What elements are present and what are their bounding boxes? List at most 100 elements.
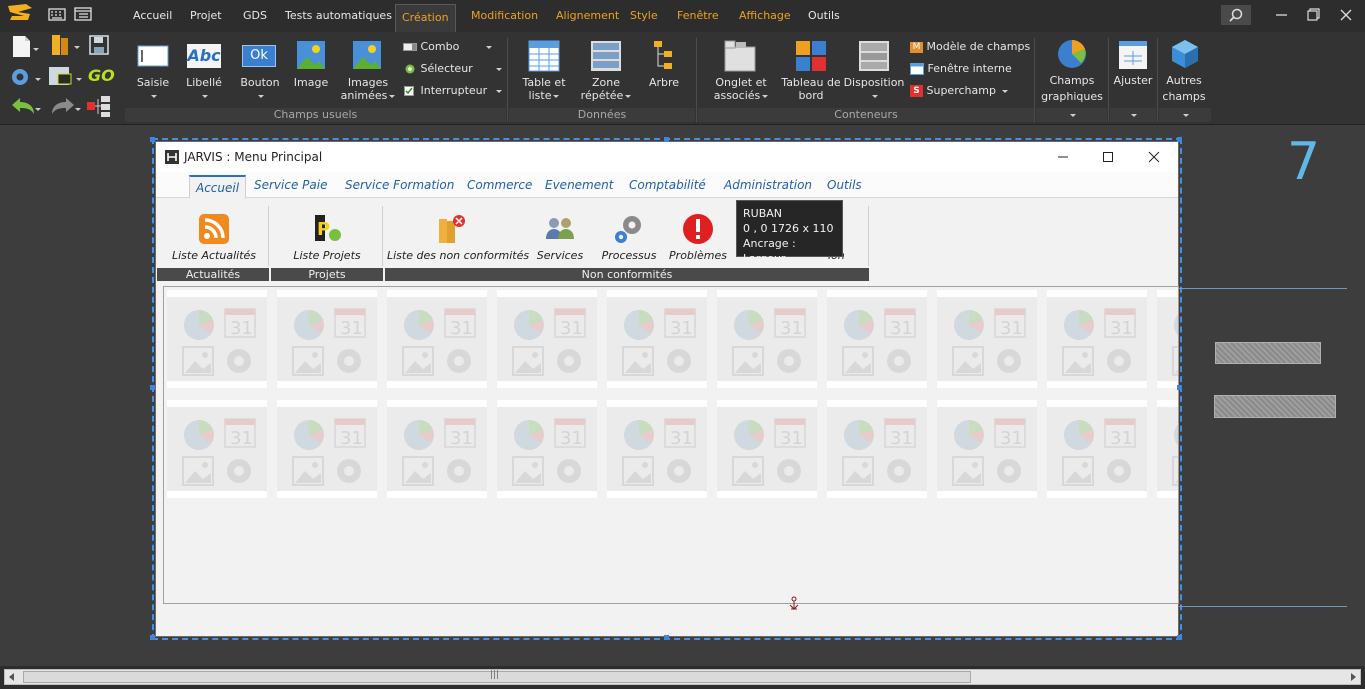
menu-style[interactable]: Style: [624, 0, 664, 32]
tab-comptabilite[interactable]: Comptabilité: [629, 178, 706, 192]
placeholder-tile[interactable]: 31: [937, 400, 1037, 498]
placeholder-tile[interactable]: 31: [937, 290, 1037, 388]
window-minimize-icon[interactable]: [1052, 146, 1074, 168]
ribbon-separator: [696, 38, 697, 122]
resize-handle[interactable]: [664, 635, 669, 640]
menu-accueil[interactable]: Accueil: [127, 0, 178, 32]
placeholder-tile[interactable]: 31: [497, 290, 597, 388]
placeholder-image-icon: 31: [182, 308, 256, 376]
resize-handle[interactable]: [664, 137, 669, 142]
windev-logo-icon[interactable]: [6, 2, 36, 22]
menu-alignement[interactable]: Alignement: [550, 0, 625, 32]
tab-evenement[interactable]: Evenement: [545, 178, 613, 192]
restore-button[interactable]: [1298, 5, 1328, 25]
menu-fenetre[interactable]: Fenêtre: [671, 0, 725, 32]
processus-button[interactable]: Processus: [598, 205, 660, 265]
placeholder-tile[interactable]: 31: [717, 290, 817, 388]
placeholder-tile[interactable]: 31: [827, 290, 927, 388]
save-icon[interactable]: [88, 34, 110, 56]
tab-service-formation[interactable]: Service Formation: [345, 178, 454, 192]
redo-icon[interactable]: [46, 96, 82, 118]
placeholder-tile[interactable]: 31: [607, 400, 707, 498]
scrollbar-thumb[interactable]: |||: [23, 670, 971, 683]
menu-creation[interactable]: Création: [395, 4, 456, 34]
placeholder-tile[interactable]: 31: [607, 290, 707, 388]
ribbon-button-modele-champs[interactable]: M Modèle de champs: [910, 40, 1030, 54]
offscreen-control[interactable]: [1214, 395, 1336, 418]
tab-service-paie[interactable]: Service Paie: [254, 178, 327, 192]
form-icon[interactable]: [74, 6, 92, 22]
chevron-down-icon[interactable]: [1002, 89, 1008, 93]
group-autres-dropdown[interactable]: [1159, 108, 1211, 122]
tab-accueil[interactable]: Accueil: [189, 175, 247, 199]
resize-handle[interactable]: [1177, 635, 1182, 640]
ribbon-button-interrupteur[interactable]: Interrupteur: [403, 84, 487, 98]
new-file-icon[interactable]: [10, 35, 44, 59]
hierarchy-icon[interactable]: [86, 94, 112, 118]
menu-projet[interactable]: Projet: [184, 0, 228, 32]
placeholder-tile[interactable]: 31: [1157, 400, 1178, 498]
tile-grid[interactable]: 31 31 31 31 31 31 31 31 31 31 31 31 31 31 31 31 31 31 31 31: [163, 286, 1179, 604]
resize-handle[interactable]: [1177, 385, 1182, 390]
tab-outils[interactable]: Outils: [827, 178, 862, 192]
placeholder-tile[interactable]: 31: [717, 400, 817, 498]
go-window-icon[interactable]: [48, 65, 84, 89]
tab-commerce[interactable]: Commerce: [467, 178, 532, 192]
placeholder-tile[interactable]: 31: [387, 400, 487, 498]
liste-actualites-button[interactable]: Liste Actualités: [168, 205, 260, 265]
tab-administration[interactable]: Administration: [724, 178, 812, 192]
placeholder-tile[interactable]: 31: [387, 290, 487, 388]
menu-modification[interactable]: Modification: [465, 0, 544, 32]
menu-gds[interactable]: GDS: [237, 0, 273, 32]
liste-projets-button[interactable]: P Liste Projets: [286, 205, 368, 265]
close-button[interactable]: [1331, 5, 1361, 25]
keyboard-icon[interactable]: [48, 6, 66, 22]
scroll-right-icon[interactable]: [1351, 673, 1356, 681]
group-ajuster-dropdown[interactable]: [1110, 108, 1156, 122]
menu-affichage[interactable]: Affichage: [733, 0, 797, 32]
group-champs-graphiques-dropdown[interactable]: [1036, 108, 1107, 122]
designed-window[interactable]: JARVIS : Menu Principal Accueil Service …: [155, 141, 1179, 637]
placeholder-tile[interactable]: 31: [167, 400, 267, 498]
ribbon-button-superchamp[interactable]: S Superchamp: [910, 84, 996, 98]
resize-handle[interactable]: [150, 137, 155, 142]
placeholder-tile[interactable]: 31: [167, 290, 267, 388]
search-button[interactable]: [1221, 5, 1251, 25]
window-title-bar[interactable]: JARVIS : Menu Principal: [156, 142, 1178, 172]
combo-icon: [403, 43, 417, 51]
placeholder-tile[interactable]: 31: [1047, 290, 1147, 388]
services-button[interactable]: Services: [530, 205, 590, 265]
scrollbar-track[interactable]: |||: [4, 669, 1361, 685]
resize-handle[interactable]: [150, 385, 155, 390]
go-icon[interactable]: GO: [88, 65, 120, 87]
ribbon-button-fenetre-interne[interactable]: Fenêtre interne: [910, 62, 1012, 76]
placeholder-tile[interactable]: 31: [277, 400, 377, 498]
ribbon-button-selecteur[interactable]: Sélecteur: [403, 62, 473, 76]
resize-handle[interactable]: [1177, 137, 1182, 142]
minimize-button[interactable]: [1266, 5, 1296, 25]
menu-outils[interactable]: Outils: [802, 0, 846, 32]
problemes-button[interactable]: Problèmes: [668, 205, 728, 265]
open-project-icon[interactable]: [50, 33, 84, 59]
resize-handle[interactable]: [150, 635, 155, 640]
liste-non-conformites-button[interactable]: Liste des non conformités: [387, 205, 529, 265]
window-maximize-icon[interactable]: [1097, 146, 1119, 168]
placeholder-tile[interactable]: 31: [827, 400, 927, 498]
ribbon-button-combo[interactable]: Combo: [403, 40, 459, 54]
chevron-down-icon[interactable]: [496, 67, 502, 71]
undo-icon[interactable]: [8, 96, 44, 118]
placeholder-tile[interactable]: 31: [1157, 290, 1178, 388]
offscreen-control[interactable]: [1215, 342, 1321, 364]
placeholder-tile[interactable]: 31: [497, 400, 597, 498]
editor-canvas[interactable]: 7 JARVIS : Menu Principal Accueil Servic…: [0, 126, 1365, 666]
scroll-left-icon[interactable]: [9, 673, 14, 681]
chevron-down-icon[interactable]: [486, 45, 492, 49]
horizontal-scrollbar[interactable]: |||: [0, 666, 1365, 689]
menu-tests-automatiques[interactable]: Tests automatiques: [279, 0, 398, 32]
settings-gear-icon[interactable]: [8, 65, 44, 89]
placeholder-tile[interactable]: 31: [277, 290, 377, 388]
chevron-down-icon[interactable]: [496, 89, 502, 93]
placeholder-tile[interactable]: 31: [1047, 400, 1147, 498]
window-close-icon[interactable]: [1143, 146, 1165, 168]
anchor-icon[interactable]: [788, 596, 800, 610]
